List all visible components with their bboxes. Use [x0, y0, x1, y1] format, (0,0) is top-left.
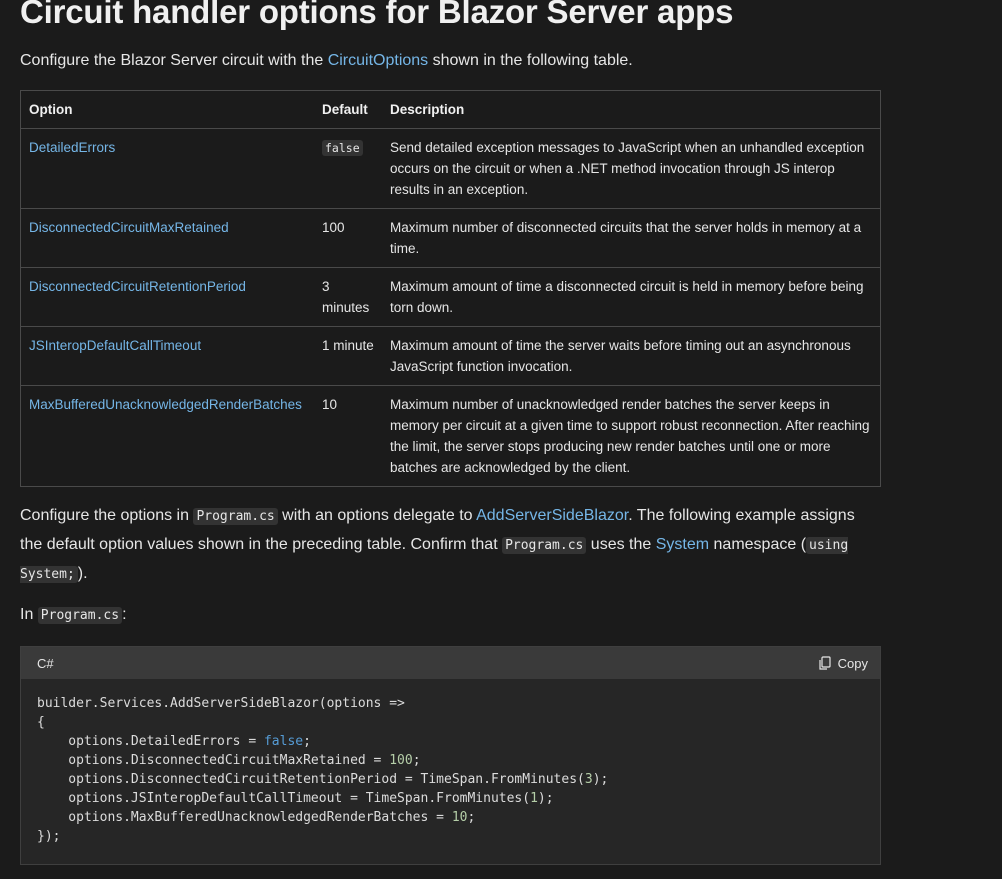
- in-program-cs-paragraph: In Program.cs:: [20, 601, 881, 630]
- description-cell: Maximum amount of time a disconnected ci…: [382, 267, 881, 327]
- code-block: C# Copy builder.Services.AddServerSideBl…: [20, 646, 881, 865]
- option-link-disconnected-circuit-retention-period[interactable]: DisconnectedCircuitRetentionPeriod: [29, 279, 246, 294]
- code-line: {: [37, 715, 45, 730]
- code-line: builder.Services.AddServerSideBlazor(opt…: [37, 696, 405, 711]
- page-title: Circuit handler options for Blazor Serve…: [20, 0, 734, 30]
- para-text: with an options delegate to: [277, 507, 477, 524]
- para-text: namespace (: [709, 536, 807, 553]
- table-row: JSInteropDefaultCallTimeout 1 minute Max…: [20, 326, 881, 386]
- code-line: options.JSInteropDefaultCallTimeout = Ti…: [37, 791, 554, 806]
- program-cs-code: Program.cs: [37, 607, 123, 624]
- configure-paragraph: Configure the options in Program.cs with…: [20, 502, 881, 589]
- code-content[interactable]: builder.Services.AddServerSideBlazor(opt…: [21, 679, 880, 861]
- option-link-max-buffered-unacknowledged-render-batches[interactable]: MaxBufferedUnacknowledgedRenderBatches: [29, 397, 302, 412]
- table-row: DisconnectedCircuitRetentionPeriod 3 min…: [20, 267, 881, 327]
- table-row: MaxBufferedUnacknowledgedRenderBatches 1…: [20, 385, 881, 487]
- intro-text-after: shown in the following table.: [428, 52, 633, 69]
- program-cs-code: Program.cs: [502, 537, 587, 554]
- option-cell: MaxBufferedUnacknowledgedRenderBatches: [20, 385, 314, 487]
- option-cell: DisconnectedCircuitRetentionPeriod: [20, 267, 314, 327]
- circuit-options-link[interactable]: CircuitOptions: [328, 52, 428, 69]
- para-text: :: [122, 606, 127, 623]
- default-cell: 10: [314, 385, 382, 487]
- para-text: Configure the options in: [20, 507, 194, 524]
- code-block-header: C# Copy: [21, 647, 880, 679]
- system-namespace-link[interactable]: System: [656, 536, 709, 553]
- code-line: });: [37, 829, 61, 844]
- description-cell: Maximum number of disconnected circuits …: [382, 208, 881, 268]
- para-text: uses the: [586, 536, 656, 553]
- intro-paragraph: Configure the Blazor Server circuit with…: [20, 52, 633, 70]
- code-line: options.MaxBufferedUnacknowledgedRenderB…: [37, 810, 476, 825]
- circuit-options-table: Option Default Description DetailedError…: [20, 90, 881, 487]
- program-cs-code: Program.cs: [193, 508, 278, 525]
- add-server-side-blazor-link[interactable]: AddServerSideBlazor: [476, 507, 628, 524]
- default-cell: 100: [314, 208, 382, 268]
- para-text: ).: [77, 565, 88, 582]
- code-line: options.DetailedErrors = false;: [37, 734, 311, 749]
- option-cell: DisconnectedCircuitMaxRetained: [20, 208, 314, 268]
- option-cell: DetailedErrors: [20, 128, 314, 209]
- column-header-default: Default: [314, 90, 382, 129]
- description-cell: Maximum amount of time the server waits …: [382, 326, 881, 386]
- para-text: In: [20, 606, 38, 623]
- code-line: options.DisconnectedCircuitRetentionPeri…: [37, 772, 609, 787]
- column-header-option: Option: [20, 90, 314, 129]
- table-row: DisconnectedCircuitMaxRetained 100 Maxim…: [20, 208, 881, 268]
- option-link-disconnected-circuit-max-retained[interactable]: DisconnectedCircuitMaxRetained: [29, 220, 229, 235]
- table-header-row: Option Default Description: [20, 90, 881, 129]
- code-line: options.DisconnectedCircuitMaxRetained =…: [37, 753, 421, 768]
- default-cell: 3 minutes: [314, 267, 382, 327]
- copy-icon: [818, 656, 832, 670]
- default-value-code: false: [322, 140, 363, 156]
- copy-button[interactable]: Copy: [818, 656, 868, 671]
- copy-label: Copy: [837, 655, 868, 671]
- column-header-description: Description: [382, 90, 881, 129]
- description-cell: Maximum number of unacknowledged render …: [382, 385, 881, 487]
- option-link-js-interop-default-call-timeout[interactable]: JSInteropDefaultCallTimeout: [29, 338, 201, 353]
- default-cell: 1 minute: [314, 326, 382, 386]
- default-cell: false: [314, 128, 382, 209]
- table-row: DetailedErrors false Send detailed excep…: [20, 128, 881, 209]
- description-cell: Send detailed exception messages to Java…: [382, 128, 881, 209]
- intro-text-before: Configure the Blazor Server circuit with…: [20, 52, 328, 69]
- option-link-detailed-errors[interactable]: DetailedErrors: [29, 140, 115, 155]
- option-cell: JSInteropDefaultCallTimeout: [20, 326, 314, 386]
- code-language-label: C#: [37, 655, 54, 671]
